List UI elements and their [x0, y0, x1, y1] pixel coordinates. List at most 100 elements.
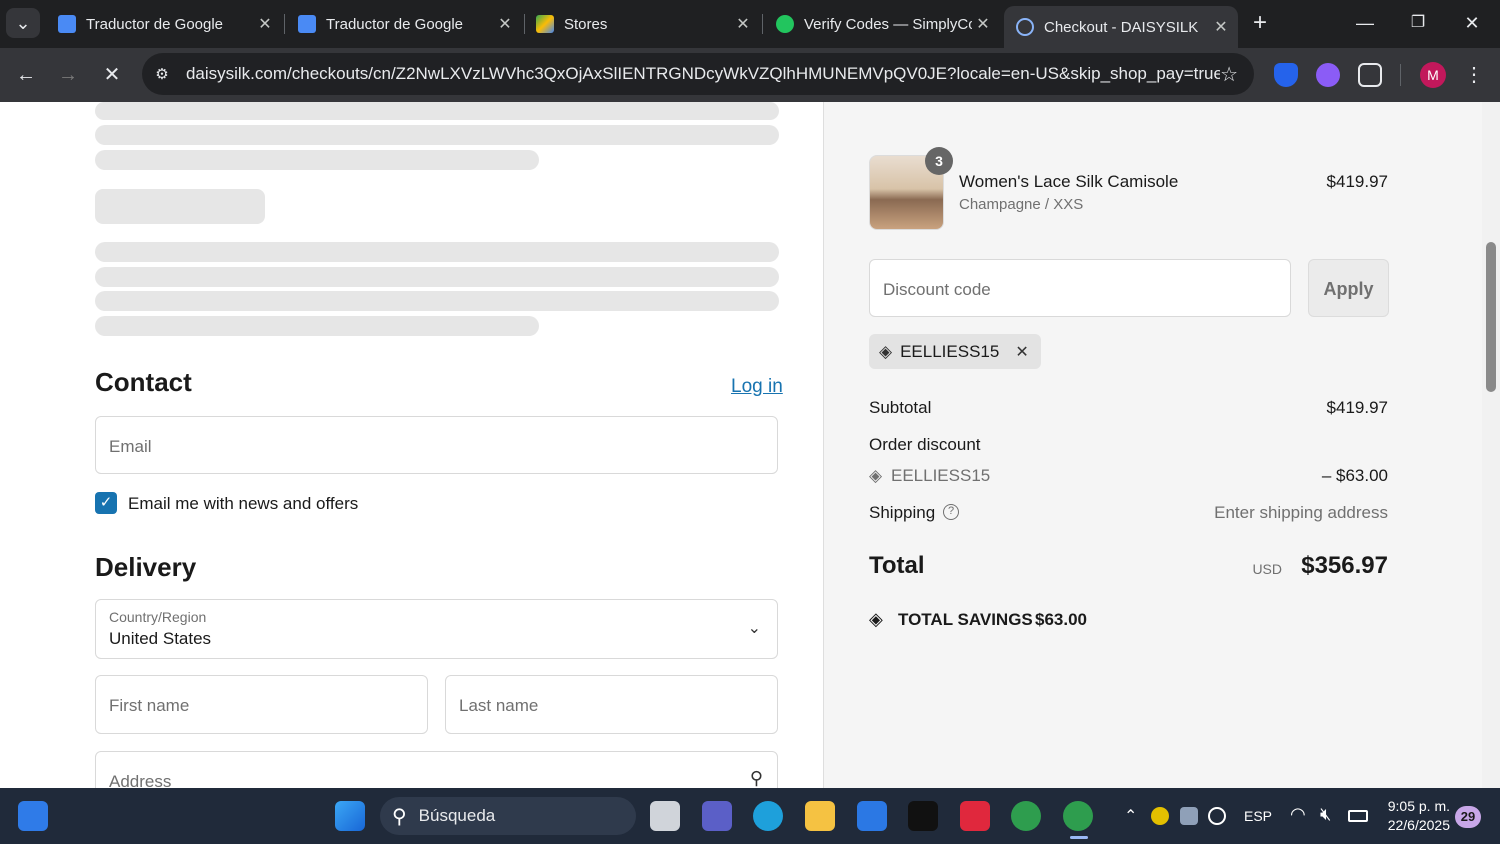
windows-start-icon[interactable]	[335, 801, 365, 831]
clock-date[interactable]: 22/6/2025	[1384, 817, 1450, 833]
tab-search-button[interactable]: ⌄	[6, 8, 40, 38]
checkout-page: Contact Log in Email ✓ Email me with new…	[0, 102, 1482, 788]
tab-google-translate-2[interactable]: Traductor de Google ✕	[286, 6, 522, 42]
delivery-heading: Delivery	[95, 552, 197, 582]
onedrive-icon[interactable]	[1180, 807, 1198, 825]
total-label: Total	[869, 552, 925, 579]
minimize-icon[interactable]: —	[1345, 8, 1385, 38]
chrome-profile-icon[interactable]	[1063, 801, 1093, 831]
quantity-badge: 3	[925, 147, 953, 175]
skeleton-line	[95, 316, 539, 336]
site-info-icon[interactable]: ⚙	[152, 65, 172, 83]
widgets-icon[interactable]	[18, 801, 48, 831]
skeleton-line	[95, 125, 779, 145]
google-translate-icon	[58, 15, 76, 33]
page-scrollbar[interactable]	[1482, 102, 1500, 788]
close-tab-icon[interactable]: ✕	[1210, 17, 1232, 37]
skeleton-line	[95, 102, 779, 120]
product-name: Women's Lace Silk Camisole	[959, 172, 1179, 191]
task-view-icon[interactable]	[650, 801, 680, 831]
discount-value: – $63.00	[1321, 466, 1388, 485]
stop-loading-icon[interactable]: ✕	[96, 60, 128, 90]
skeleton-line	[95, 291, 779, 311]
vivaldi-icon[interactable]	[960, 801, 990, 831]
tab-checkout-daisysilk[interactable]: Checkout - DAISYSILK ✕	[1004, 6, 1238, 48]
currency-label: USD	[1252, 561, 1282, 577]
tiktok-icon[interactable]	[908, 801, 938, 831]
new-tab-icon[interactable]: +	[1240, 8, 1280, 38]
total-value: $356.97	[1301, 552, 1388, 579]
applied-discount-tag: ◈ EELLIESS15 ✕	[869, 334, 1041, 369]
chrome-icon[interactable]	[1011, 801, 1041, 831]
taskbar-search[interactable]: ⚲ Búsqueda	[380, 797, 636, 835]
loading-icon	[1016, 18, 1034, 36]
product-variant: Champagne / XXS	[959, 196, 1084, 213]
tray-app-icon[interactable]	[1151, 807, 1169, 825]
battery-icon[interactable]	[1348, 810, 1368, 822]
tag-icon: ◈	[869, 609, 883, 629]
extensions-puzzle-icon[interactable]	[1358, 63, 1382, 87]
profile-avatar[interactable]: M	[1420, 62, 1446, 88]
shipping-label: Shipping	[869, 503, 936, 522]
file-explorer-icon[interactable]	[805, 801, 835, 831]
order-summary: 3 Women's Lace Silk Camisole Champagne /…	[823, 102, 1482, 788]
forward-icon[interactable]: →	[52, 60, 84, 90]
total-savings-value: $63.00	[1035, 610, 1087, 629]
restore-icon[interactable]: ❐	[1398, 8, 1438, 38]
subtotal-label: Subtotal	[869, 398, 932, 417]
last-name-field[interactable]: Last name	[445, 675, 778, 734]
edge-icon[interactable]	[753, 801, 783, 831]
remove-discount-icon[interactable]: ✕	[1015, 342, 1028, 362]
teams-icon[interactable]	[702, 801, 732, 831]
order-discount-label: Order discount	[869, 435, 981, 454]
skeleton-line	[95, 242, 779, 262]
skeleton-line	[95, 150, 539, 170]
language-indicator[interactable]: ESP	[1244, 808, 1272, 824]
tag-icon: ◈	[869, 466, 883, 485]
close-tab-icon[interactable]: ✕	[732, 14, 754, 34]
newsletter-checkbox[interactable]: ✓	[95, 492, 117, 514]
newsletter-label: Email me with news and offers	[128, 494, 359, 513]
show-hidden-icons-icon[interactable]: ⌃	[1124, 806, 1137, 826]
clock-time[interactable]: 9:05 p. m.	[1384, 798, 1450, 814]
total-savings-label: TOTAL SAVINGS	[898, 610, 1033, 629]
address-bar[interactable]: ⚙ daisysilk.com/checkouts/cn/Z2NwLXVzLWV…	[142, 53, 1254, 95]
extension-icon[interactable]	[1316, 63, 1340, 87]
close-tab-icon[interactable]: ✕	[254, 14, 276, 34]
close-tab-icon[interactable]: ✕	[494, 14, 516, 34]
windows-taskbar	[0, 788, 1500, 844]
wifi-icon[interactable]: ◠	[1290, 804, 1306, 825]
discount-code-field[interactable]: Discount code	[869, 259, 1291, 317]
apply-button[interactable]: Apply	[1308, 259, 1389, 317]
skeleton-line	[95, 267, 779, 287]
sync-icon[interactable]	[1208, 807, 1226, 825]
contact-heading: Contact	[95, 367, 192, 397]
shield-extension-icon[interactable]	[1274, 63, 1298, 87]
discount-code-line: EELLIESS15	[891, 466, 991, 485]
verify-codes-icon	[776, 15, 794, 33]
search-icon: ⚲	[749, 768, 763, 788]
first-name-field[interactable]: First name	[95, 675, 428, 734]
back-icon[interactable]: ←	[10, 60, 42, 90]
login-link[interactable]: Log in	[731, 376, 783, 398]
scrollbar-thumb[interactable]	[1486, 242, 1496, 392]
google-translate-icon	[298, 15, 316, 33]
microsoft-store-icon[interactable]	[857, 801, 887, 831]
shipping-value: Enter shipping address	[1214, 503, 1388, 522]
search-icon: ⚲	[392, 805, 407, 828]
tab-google-translate-1[interactable]: Traductor de Google ✕	[46, 6, 282, 42]
bookmark-star-icon[interactable]: ☆	[1220, 62, 1238, 87]
country-select[interactable]: Country/Region United States ⌄	[95, 599, 778, 659]
menu-dots-icon[interactable]: ⋮	[1460, 60, 1488, 90]
chevron-down-icon: ⌄	[747, 620, 761, 637]
volume-muted-icon[interactable]: 🔇︎	[1320, 804, 1331, 825]
browser-tab-bar: ⌄ Traductor de Google ✕ Traductor de Goo…	[0, 0, 1500, 48]
close-tab-icon[interactable]: ✕	[972, 14, 994, 34]
tab-verify-codes[interactable]: Verify Codes — SimplyCo ✕	[764, 6, 1000, 42]
close-window-icon[interactable]: ✕	[1452, 8, 1492, 38]
help-icon[interactable]: ?	[943, 504, 959, 520]
address-field[interactable]: Address ⚲	[95, 751, 778, 788]
tab-stores[interactable]: Stores ✕	[524, 6, 760, 42]
notification-badge[interactable]: 29	[1455, 806, 1481, 828]
email-field[interactable]: Email	[95, 416, 778, 474]
